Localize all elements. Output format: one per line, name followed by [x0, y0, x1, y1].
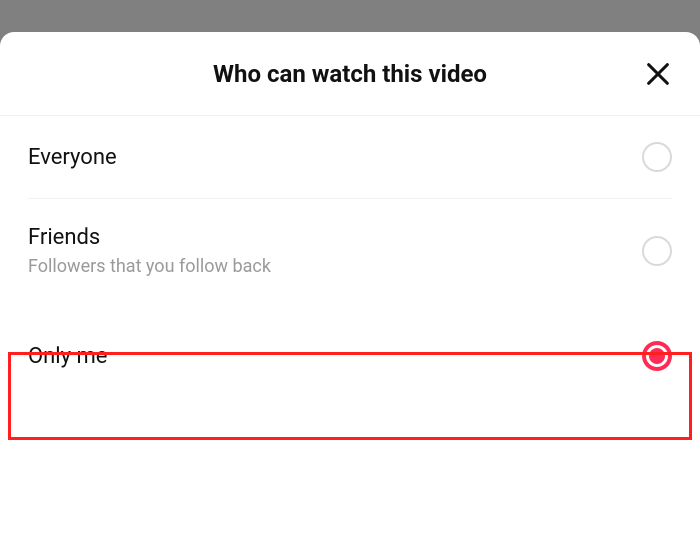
option-only-me[interactable]: Only me: [0, 303, 700, 409]
option-friends[interactable]: Friends Followers that you follow back: [0, 199, 700, 303]
radio-everyone[interactable]: [642, 142, 672, 172]
option-text: Everyone: [28, 145, 117, 170]
option-label: Only me: [28, 344, 107, 369]
option-everyone[interactable]: Everyone: [0, 116, 700, 198]
privacy-sheet: Who can watch this video Everyone Friend…: [0, 32, 700, 554]
close-icon: [644, 60, 672, 88]
close-button[interactable]: [644, 60, 672, 88]
option-label: Everyone: [28, 145, 117, 170]
option-label: Friends: [28, 225, 271, 250]
option-text: Only me: [28, 344, 107, 369]
radio-only-me[interactable]: [642, 341, 672, 371]
sheet-title: Who can watch this video: [213, 60, 487, 88]
option-text: Friends Followers that you follow back: [28, 225, 271, 277]
option-subtitle: Followers that you follow back: [28, 256, 271, 277]
sheet-header: Who can watch this video: [0, 32, 700, 116]
radio-friends[interactable]: [642, 236, 672, 266]
